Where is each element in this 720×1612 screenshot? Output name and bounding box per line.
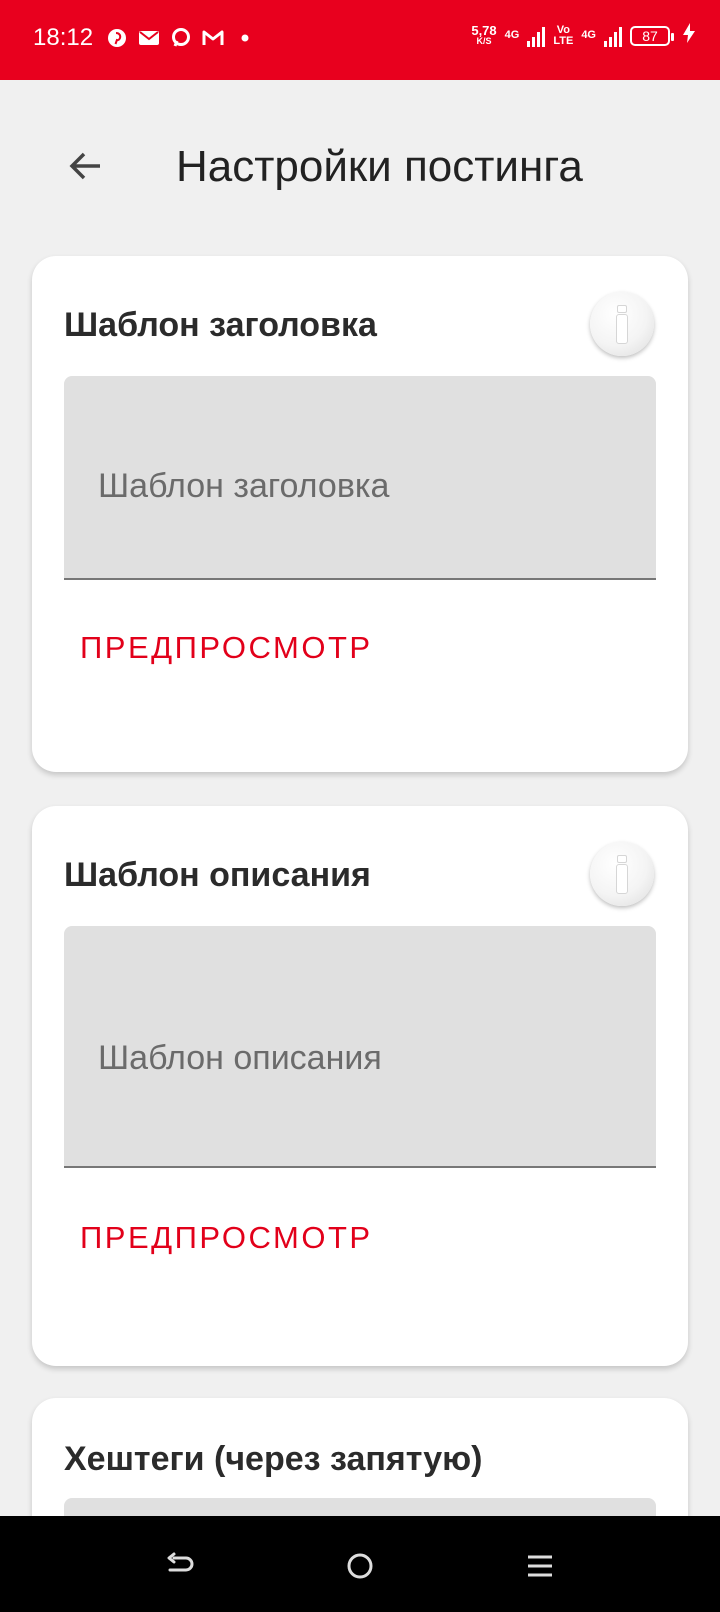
status-time: 18:12 xyxy=(33,24,94,51)
volte-indicator: Vo LTE xyxy=(553,23,574,47)
pinterest-icon xyxy=(106,27,128,49)
card-title: Шаблон заголовка xyxy=(64,306,377,344)
notification-dot-icon xyxy=(234,27,256,49)
signal-icon-2 xyxy=(604,25,622,47)
charging-icon xyxy=(682,22,696,49)
preview-button[interactable]: ПРЕДПРОСМОТР xyxy=(80,1220,373,1256)
battery-level: 87 xyxy=(642,27,658,44)
status-indicators: 5,78 K/S 4G Vo LTE 4G 87 xyxy=(471,22,696,49)
signal-icon xyxy=(527,25,546,47)
network-speed: 5,78 K/S xyxy=(471,22,497,46)
back-arrow-icon[interactable] xyxy=(64,144,108,188)
preview-button[interactable]: ПРЕДПРОСМОТР xyxy=(80,630,373,666)
card-title: Шаблон описания xyxy=(64,856,371,894)
network-type-1: 4G xyxy=(504,29,520,41)
description-template-input[interactable] xyxy=(96,1038,636,1079)
nav-home-icon[interactable] xyxy=(340,1546,380,1586)
title-template-field[interactable] xyxy=(64,376,656,580)
title-template-card: Шаблон заголовка ПРЕДПРОСМОТР xyxy=(32,256,688,772)
navigation-bar xyxy=(0,1516,720,1612)
title-template-input[interactable] xyxy=(96,466,636,507)
gmail-icon xyxy=(202,27,224,49)
card-title: Хештеги (через запятую) xyxy=(64,1440,483,1478)
network-type-2: 4G xyxy=(581,29,596,41)
battery-icon: 87 xyxy=(630,25,674,46)
nav-menu-icon[interactable] xyxy=(520,1546,560,1586)
mail-icon xyxy=(138,27,160,49)
chat-icon xyxy=(170,27,192,49)
nav-back-icon[interactable] xyxy=(160,1546,200,1586)
info-icon[interactable] xyxy=(590,292,654,356)
info-icon[interactable] xyxy=(590,842,654,906)
page-title: Настройки постинга xyxy=(176,142,583,191)
notification-icons xyxy=(106,27,256,49)
description-template-field[interactable] xyxy=(64,926,656,1168)
description-template-card: Шаблон описания ПРЕДПРОСМОТР xyxy=(32,806,688,1366)
status-bar: 18:12 5,78 K/S 4G Vo LTE 4G 87 xyxy=(0,0,720,80)
